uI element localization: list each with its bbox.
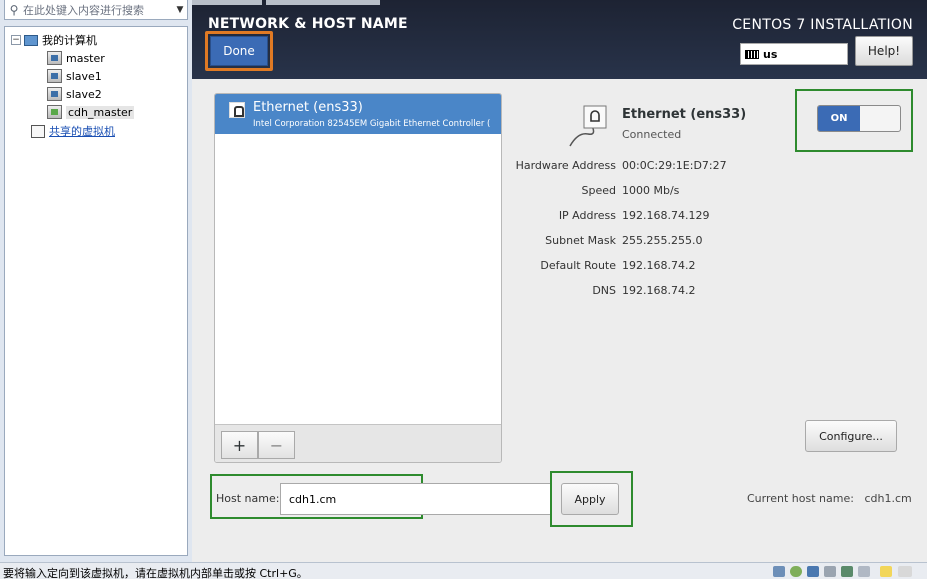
- detail-row-default-route: Default Route 192.168.74.2: [192, 259, 927, 275]
- hostname-label: Host name:: [216, 492, 280, 505]
- installer-header: NETWORK & HOST NAME Done CENTOS 7 INSTAL…: [192, 0, 927, 79]
- toggle-highlight: ON: [795, 89, 913, 152]
- detail-value: 192.168.74.129: [622, 209, 710, 222]
- page-title: NETWORK & HOST NAME: [208, 16, 408, 32]
- library-pane: ⚲ 在此处键入内容进行搜索 ▼ − 我的计算机 master slave1 sl…: [0, 0, 192, 562]
- add-connection-button[interactable]: +: [221, 431, 258, 459]
- detail-connection-name: Ethernet (ens33): [622, 107, 747, 122]
- connection-list-toolbar: + −: [215, 424, 501, 462]
- usb-device-icon[interactable]: [858, 566, 870, 577]
- toggle-on-label: ON: [818, 106, 860, 131]
- computer-icon: [24, 34, 38, 46]
- keyboard-icon: [745, 49, 759, 59]
- keyboard-layout-label: us: [763, 47, 778, 61]
- search-placeholder: 在此处键入内容进行搜索: [23, 3, 144, 17]
- help-button[interactable]: Help!: [855, 36, 913, 66]
- detail-row-subnet-mask: Subnet Mask 255.255.255.0: [192, 234, 927, 250]
- tree-label: slave1: [66, 69, 102, 83]
- detail-row-speed: Speed 1000 Mb/s: [192, 184, 927, 200]
- remove-connection-button[interactable]: −: [258, 431, 295, 459]
- tree-label: master: [66, 51, 105, 65]
- detail-value: 192.168.74.2: [622, 284, 696, 297]
- connection-item-ens33[interactable]: Ethernet (ens33) Intel Corporation 82545…: [215, 94, 501, 134]
- detail-key: Default Route: [540, 259, 616, 272]
- detail-value: 00:0C:29:1E:D7:27: [622, 159, 727, 172]
- expand-icon[interactable]: [898, 566, 912, 577]
- detail-key: Hardware Address: [515, 159, 616, 172]
- detail-value: 255.255.255.0: [622, 234, 703, 247]
- installation-title: CENTOS 7 INSTALLATION: [732, 17, 913, 33]
- detail-key: DNS: [592, 284, 616, 297]
- detail-connection-status: Connected: [622, 128, 682, 141]
- apply-button[interactable]: Apply: [561, 483, 619, 515]
- connection-description: Intel Corporation 82545EM Gigabit Ethern…: [253, 119, 491, 129]
- connection-list: Ethernet (ens33) Intel Corporation 82545…: [214, 93, 502, 463]
- tree-item-vm-slave1[interactable]: slave1: [47, 67, 102, 85]
- tree-item-vm-cdh-master[interactable]: cdh_master: [47, 103, 135, 121]
- vm-icon: [47, 51, 62, 65]
- detail-value: 192.168.74.2: [622, 259, 696, 272]
- console-tab[interactable]: [192, 0, 262, 5]
- detail-row-ip-address: IP Address 192.168.74.129: [192, 209, 927, 225]
- detail-key: Subnet Mask: [545, 234, 616, 247]
- network-adapter-icon[interactable]: [807, 566, 819, 577]
- current-hostname-label: Current host name:: [747, 492, 854, 505]
- printer-icon[interactable]: [824, 566, 836, 577]
- collapse-icon[interactable]: −: [11, 35, 21, 45]
- detail-row-hardware-address: Hardware Address 00:0C:29:1E:D7:27: [192, 159, 927, 175]
- ethernet-icon: [229, 102, 245, 118]
- tree-item-vm-master[interactable]: master: [47, 49, 105, 67]
- vm-icon: [47, 87, 62, 101]
- configure-button[interactable]: Configure...: [805, 420, 897, 452]
- status-text: 要将输入定向到该虚拟机，请在虚拟机内部单击或按 Ctrl+G。: [3, 567, 308, 579]
- connection-name: Ethernet (ens33): [253, 100, 363, 115]
- detail-key: IP Address: [558, 209, 616, 222]
- vm-console[interactable]: NETWORK & HOST NAME Done CENTOS 7 INSTAL…: [192, 0, 927, 562]
- search-icon: ⚲: [9, 2, 19, 17]
- current-hostname-value: cdh1.cm: [864, 492, 912, 505]
- vm-icon: [47, 69, 62, 83]
- ethernet-icon: [569, 105, 607, 147]
- keyboard-layout-indicator[interactable]: us: [740, 43, 848, 65]
- tree-item-vm-slave2[interactable]: slave2: [47, 85, 102, 103]
- hard-disk-icon[interactable]: [773, 566, 785, 577]
- detail-key: Speed: [581, 184, 616, 197]
- tree-label: cdh_master: [66, 105, 135, 119]
- detail-value: 1000 Mb/s: [622, 184, 680, 197]
- cd-drive-icon[interactable]: [790, 566, 802, 577]
- sound-icon[interactable]: [841, 566, 853, 577]
- hostname-input[interactable]: [280, 483, 552, 515]
- connection-toggle[interactable]: ON: [817, 105, 901, 132]
- tree-item-shared-vms[interactable]: 共享的虚拟机: [31, 122, 115, 140]
- detail-row-dns: DNS 192.168.74.2: [192, 284, 927, 300]
- tree-item-my-computer[interactable]: − 我的计算机: [11, 31, 97, 49]
- console-tab[interactable]: [266, 0, 380, 5]
- current-hostname: Current host name: cdh1.cm: [747, 492, 912, 505]
- tree-label: 我的计算机: [42, 34, 97, 47]
- running-vm-icon: [47, 105, 62, 119]
- done-button[interactable]: Done: [210, 36, 268, 66]
- tree-label: slave2: [66, 87, 102, 101]
- status-bar: 要将输入定向到该虚拟机，请在虚拟机内部单击或按 Ctrl+G。: [0, 562, 927, 579]
- search-dropdown-icon[interactable]: ▼: [173, 5, 187, 15]
- message-log-icon[interactable]: [880, 566, 892, 577]
- tree-label[interactable]: 共享的虚拟机: [49, 123, 115, 139]
- library-search-box[interactable]: ⚲ 在此处键入内容进行搜索 ▼: [4, 0, 188, 20]
- done-highlight: Done: [205, 31, 273, 71]
- shared-vms-icon: [31, 124, 45, 138]
- vm-library-tree: − 我的计算机 master slave1 slave2 cdh_master …: [4, 26, 188, 556]
